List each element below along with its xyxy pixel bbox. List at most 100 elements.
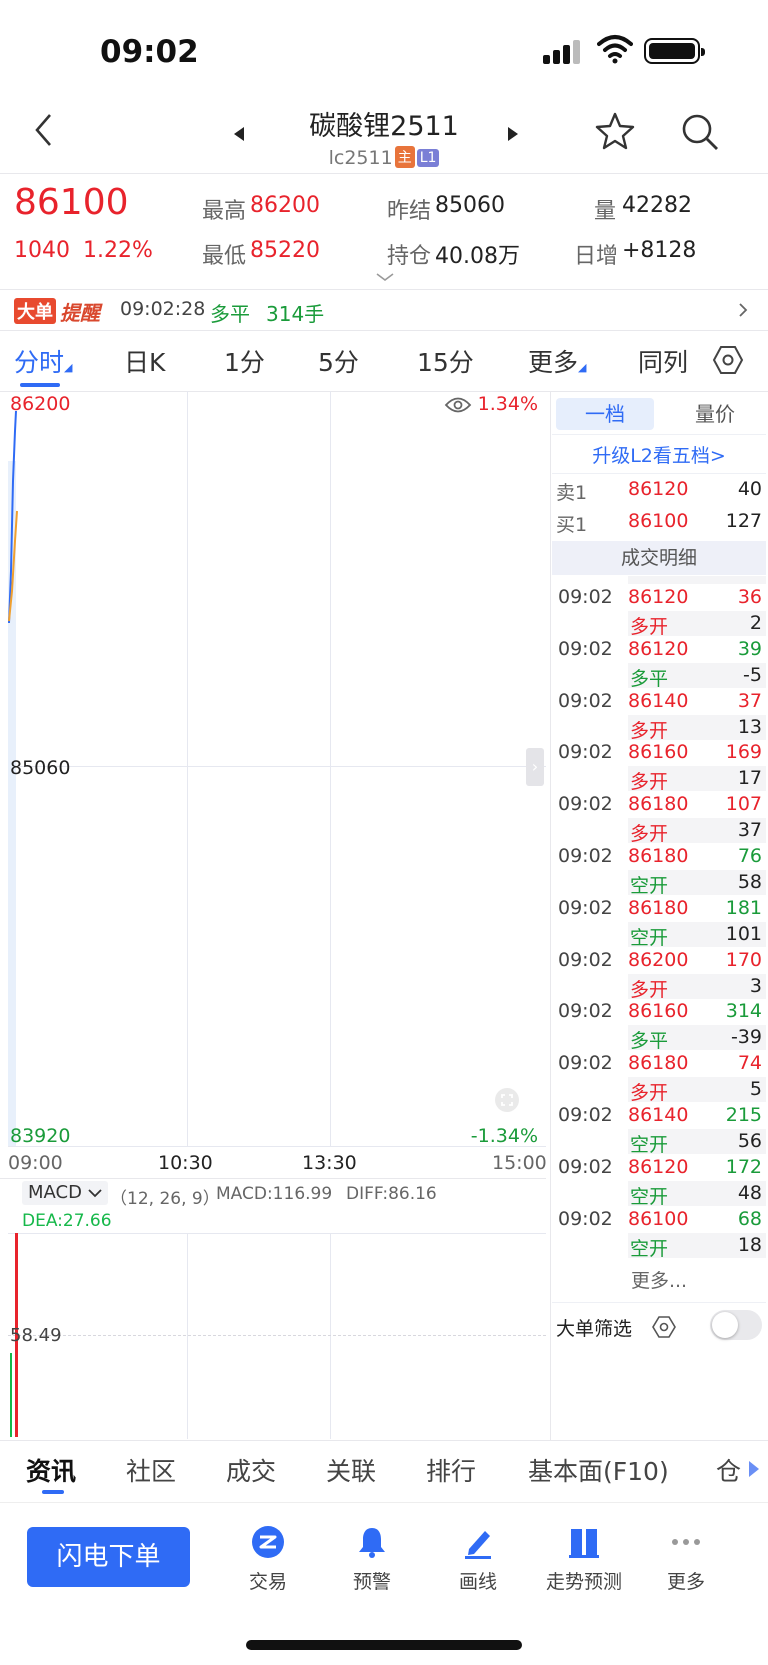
main-contract-tag: 主: [394, 146, 415, 168]
trade-time: 09:02: [558, 1207, 613, 1230]
trade-time: 09:02: [558, 948, 613, 971]
settings-hexagon-icon[interactable]: [712, 345, 744, 375]
macd-level-line: [8, 1335, 546, 1336]
trade-price: 86180: [628, 793, 689, 816]
trade-qty: 39: [737, 637, 762, 660]
next-contract-icon[interactable]: [506, 126, 520, 142]
trade-time: 09:02: [558, 689, 613, 712]
trade-oi-change: 5: [749, 1078, 762, 1101]
trade-type: 空开: [630, 1237, 669, 1260]
diff-line: [10, 1353, 12, 1437]
more-trades-link[interactable]: 更多...: [552, 1266, 766, 1293]
expand-chevron-icon[interactable]: [375, 272, 395, 282]
expand-sidebar-handle[interactable]: ›: [526, 748, 544, 786]
prev-contract-icon[interactable]: [232, 126, 246, 142]
time-axis-start: 09:00: [8, 1152, 63, 1174]
upgrade-l2-link[interactable]: 升级L2看五档>: [552, 441, 766, 468]
favorite-star-icon[interactable]: [595, 112, 635, 150]
trade-oi-change: 18: [737, 1233, 762, 1256]
alert-tool[interactable]: 预警: [322, 1525, 422, 1594]
grid-line: [187, 1233, 188, 1439]
tab-related[interactable]: 关联: [326, 1452, 376, 1488]
indicator-name: MACD: [28, 1182, 82, 1203]
tab-fundamentals[interactable]: 基本面(F10): [528, 1452, 669, 1488]
trade-tool[interactable]: 交易: [218, 1525, 318, 1594]
prev-settle-label: 昨结: [387, 199, 432, 224]
tab-level1[interactable]: 一档: [556, 398, 654, 430]
tab-more[interactable]: 更多◢: [528, 343, 586, 379]
tab-daily-k[interactable]: 日K: [124, 343, 165, 379]
open-interest-value: 40.08万: [435, 244, 520, 269]
trade-qty: 170: [725, 948, 762, 971]
fullscreen-icon[interactable]: [494, 1087, 520, 1113]
grid-line: [330, 391, 331, 1147]
tab-trades[interactable]: 成交: [226, 1452, 276, 1488]
back-icon[interactable]: [32, 112, 56, 148]
trade-price: 86140: [628, 689, 689, 712]
trade-qty: 215: [725, 1104, 762, 1126]
trade-price: 86160: [628, 741, 689, 764]
trade-oi-change: 13: [737, 715, 762, 738]
trade-price: 86120: [628, 1155, 689, 1178]
trade-row: 09:02 86140 215 空开 56: [552, 1102, 766, 1156]
tab-volume-price[interactable]: 量价: [668, 398, 762, 430]
tab-community[interactable]: 社区: [126, 1452, 176, 1488]
trade-time: 09:02: [558, 637, 613, 660]
tab-more-label: 更多: [528, 348, 579, 377]
volume-label: 量: [594, 199, 617, 224]
time-axis-1330: 13:30: [302, 1152, 357, 1174]
trade-price: 86180: [628, 1052, 689, 1075]
status-time: 09:02: [100, 34, 199, 70]
low-label: 最低: [202, 244, 247, 269]
trade-price: 86160: [628, 1000, 689, 1023]
pen-icon: [461, 1525, 495, 1559]
eye-icon[interactable]: [444, 396, 472, 414]
ask1-label: 卖1: [556, 482, 588, 504]
bid1-qty: 127: [725, 510, 762, 532]
flash-order-button[interactable]: 闪电下单: [27, 1527, 190, 1587]
more-label: 更多: [666, 1571, 705, 1593]
tab-15min[interactable]: 15分: [417, 343, 474, 379]
trade-oi-change: 3: [749, 974, 762, 997]
trade-price: 86180: [628, 896, 689, 919]
trade-qty: 36: [737, 586, 762, 608]
tab-news[interactable]: 资讯: [26, 1452, 76, 1488]
trade-qty: 68: [737, 1207, 762, 1230]
open-interest-label: 持仓: [387, 244, 432, 269]
trend-forecast-tool[interactable]: 走势预测: [534, 1525, 634, 1594]
search-icon[interactable]: [680, 112, 720, 152]
grid-line: [330, 1233, 331, 1439]
draw-tool[interactable]: 画线: [428, 1525, 528, 1594]
trade-row-partial: [628, 576, 766, 584]
trade-oi-change: -5: [743, 663, 762, 686]
indicator-selector[interactable]: MACD: [22, 1181, 108, 1205]
time-axis-1030: 10:30: [158, 1152, 213, 1174]
level-tag: L1: [416, 149, 440, 167]
trade-row: 09:02 86160 314 多平 -39: [552, 998, 766, 1052]
trade-row: 09:02 86120 39 多平 -5: [552, 636, 766, 690]
wifi-icon: [597, 35, 633, 64]
more-tool[interactable]: 更多: [636, 1525, 736, 1594]
filter-settings-icon[interactable]: [652, 1316, 676, 1338]
price-axis-bottom: 83920: [10, 1125, 71, 1147]
last-price: 86100: [14, 182, 129, 223]
tab-position[interactable]: 仓: [716, 1452, 741, 1488]
scroll-right-icon[interactable]: [748, 1460, 760, 1478]
tab-timeshare[interactable]: 分时◢: [14, 343, 72, 379]
alert-chevron-icon: [739, 303, 748, 317]
tab-1min[interactable]: 1分: [224, 343, 265, 379]
alert-qty: 314手: [266, 302, 325, 326]
price-axis-mid: 85060: [10, 757, 71, 779]
trade-icon: [251, 1525, 285, 1559]
tab-5min[interactable]: 5分: [318, 343, 359, 379]
trade-row: 09:02 86180 76 空开 58: [552, 843, 766, 897]
big-order-alert[interactable]: 大单 提醒 09:02:28 多平 314手: [0, 290, 768, 330]
tab-ranking[interactable]: 排行: [426, 1452, 476, 1488]
trade-oi-change: -39: [730, 1026, 762, 1049]
column-divider: [550, 391, 551, 1440]
intraday-chart[interactable]: 86200 85060 83920 1.34% -1.34% ›: [8, 391, 546, 1147]
trade-qty: 172: [725, 1155, 762, 1178]
big-order-filter-toggle[interactable]: [710, 1310, 762, 1340]
trade-row: 09:02 86160 169 多开 17: [552, 739, 766, 793]
tab-same-list[interactable]: 同列: [638, 343, 688, 379]
